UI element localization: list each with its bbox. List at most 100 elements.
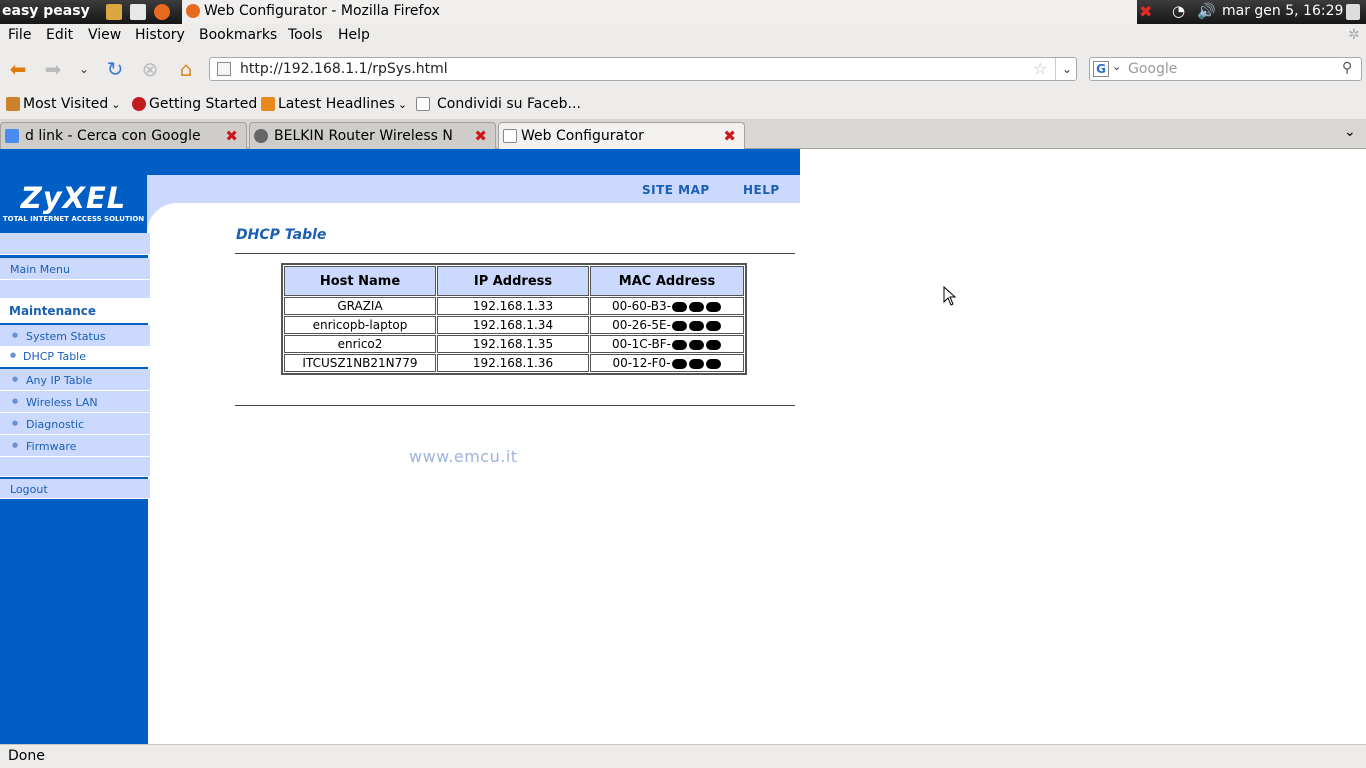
zyxel-logo: ZyXEL TOTAL INTERNET ACCESS SOLUTION xyxy=(0,175,147,233)
close-tab-icon[interactable]: ✖ xyxy=(474,127,487,145)
host-name-cell: GRAZIA xyxy=(284,297,436,315)
menu-edit[interactable]: Edit xyxy=(46,27,73,43)
mac-address-cell: 00-12-F0- xyxy=(590,354,744,372)
sidebar-item-wireless-lan[interactable]: ● Wireless LAN xyxy=(0,391,150,413)
redaction-mark xyxy=(705,358,721,369)
tab-belkin-router[interactable]: BELKIN Router Wireless N ✖ xyxy=(249,122,496,149)
page-title: DHCP Table xyxy=(236,227,327,243)
clock[interactable]: mar gen 5, 16:29 xyxy=(1222,3,1343,19)
distro-label: easy peasy xyxy=(2,3,90,19)
search-bar[interactable]: G ⌄ Google ⚲ xyxy=(1089,57,1362,81)
close-tab-icon[interactable]: ✖ xyxy=(723,127,736,145)
close-window-icon[interactable]: ✖ xyxy=(1139,2,1152,21)
bookmark-condividi-facebook[interactable]: Condividi su Faceb... xyxy=(416,96,581,112)
distro-menu[interactable]: easy peasy xyxy=(2,3,90,19)
menu-help[interactable]: Help xyxy=(338,27,370,43)
mac-address-cell: 00-1C-BF- xyxy=(590,335,744,353)
table-row: GRAZIA 192.168.1.33 00-60-B3- xyxy=(284,297,744,315)
system-panel: easy peasy Web Configurator - Mozilla Fi… xyxy=(0,0,1366,24)
site-identity-icon[interactable] xyxy=(217,62,231,76)
bookmark-latest-headlines[interactable]: Latest Headlines ⌄ xyxy=(261,96,407,112)
sidebar-item-firmware[interactable]: ● Firmware xyxy=(0,435,150,457)
menu-tools[interactable]: Tools xyxy=(288,27,323,43)
sidebar-section-maintenance[interactable]: Maintenance xyxy=(0,299,150,323)
sidebar-spacer xyxy=(0,457,150,477)
sidebar-item-label: Diagnostic xyxy=(26,418,85,431)
tab-label: BELKIN Router Wireless N xyxy=(274,128,453,144)
table-row: enricopb-laptop 192.168.1.34 00-26-5E- xyxy=(284,316,744,334)
redaction-mark xyxy=(671,301,687,312)
host-name-cell: enricopb-laptop xyxy=(284,316,436,334)
host-name-cell: ITCUSZ1NB21N779 xyxy=(284,354,436,372)
engine-dropdown-icon[interactable]: ⌄ xyxy=(1112,60,1121,73)
watermark: www.emcu.it xyxy=(409,447,518,466)
ip-address-cell: 192.168.1.36 xyxy=(437,354,589,372)
belkin-favicon-icon xyxy=(254,129,268,143)
rss-icon xyxy=(261,97,275,111)
sidebar-item-diagnostic[interactable]: ● Diagnostic xyxy=(0,413,150,435)
header-curve xyxy=(147,203,177,233)
mac-address-cell: 00-26-5E- xyxy=(590,316,744,334)
sidebar-item-any-ip-table[interactable]: ● Any IP Table xyxy=(0,369,150,391)
redaction-mark xyxy=(688,339,704,350)
menu-view[interactable]: View xyxy=(88,27,121,43)
bookmark-getting-started[interactable]: Getting Started xyxy=(132,96,257,112)
chevron-down-icon: ⌄ xyxy=(397,97,408,111)
chevron-down-icon: ⌄ xyxy=(111,97,121,111)
bookmark-label: Condividi su Faceb... xyxy=(437,96,581,112)
sidebar-item-label: Wireless LAN xyxy=(26,396,98,409)
wifi-icon[interactable]: ◔ xyxy=(1172,2,1185,20)
sidebar-item-label: Main Menu xyxy=(10,263,70,276)
column-header-host-name: Host Name xyxy=(284,266,436,296)
firefox-icon[interactable] xyxy=(154,4,170,20)
files-icon[interactable] xyxy=(106,4,122,20)
forward-button[interactable]: ➡ xyxy=(41,57,65,81)
search-icon[interactable]: ⚲ xyxy=(1342,60,1352,76)
sidebar-item-main-menu[interactable]: Main Menu xyxy=(0,258,150,280)
bookmark-star-icon[interactable]: ☆ xyxy=(1033,59,1047,78)
history-dropdown-icon[interactable]: ⌄ xyxy=(72,57,96,81)
bullet-icon: ● xyxy=(12,419,19,427)
window-title-bar[interactable]: Web Configurator - Mozilla Firefox xyxy=(182,0,1137,24)
notes-icon[interactable] xyxy=(130,4,146,20)
google-engine-icon[interactable]: G xyxy=(1093,61,1109,77)
sidebar-item-dhcp-table[interactable]: ● DHCP Table xyxy=(0,347,150,367)
mac-prefix: 00-60-B3- xyxy=(612,299,671,313)
close-tab-icon[interactable]: ✖ xyxy=(225,127,238,145)
menu-bookmarks[interactable]: Bookmarks xyxy=(199,27,277,43)
url-bar[interactable]: http://192.168.1.1/rpSys.html ☆ ⌄ xyxy=(209,57,1077,81)
window-title: Web Configurator - Mozilla Firefox xyxy=(204,3,440,19)
volume-icon[interactable]: 🔊 xyxy=(1197,2,1216,20)
site-map-link[interactable]: SITE MAP xyxy=(642,183,710,197)
redaction-mark xyxy=(705,301,721,312)
bookmark-most-visited[interactable]: Most Visited ⌄ xyxy=(6,96,120,112)
stop-button[interactable]: ⊗ xyxy=(138,57,162,81)
back-button[interactable]: ⬅ xyxy=(6,57,30,81)
sidebar-item-system-status[interactable]: ● System Status xyxy=(0,325,150,347)
tab-bar: d link - Cerca con Google ✖ BELKIN Route… xyxy=(0,120,1366,150)
sidebar-item-label: Any IP Table xyxy=(26,374,93,387)
tab-label: Web Configurator xyxy=(521,128,644,144)
tab-dlink-search[interactable]: d link - Cerca con Google ✖ xyxy=(0,122,247,149)
title-divider xyxy=(235,253,795,254)
redaction-mark xyxy=(671,339,687,350)
help-link[interactable]: HELP xyxy=(743,183,780,197)
tab-web-configurator[interactable]: Web Configurator ✖ xyxy=(498,122,745,150)
bullet-icon: ● xyxy=(12,375,19,383)
ip-address-cell: 192.168.1.33 xyxy=(437,297,589,315)
list-tabs-icon[interactable]: ⌄ xyxy=(1344,124,1356,140)
table-row: ITCUSZ1NB21N779 192.168.1.36 00-12-F0- xyxy=(284,354,744,372)
firefox-icon xyxy=(132,97,146,111)
sidebar-item-logout[interactable]: Logout xyxy=(0,479,150,499)
firefox-window-icon xyxy=(186,4,200,18)
menu-bar: File Edit View History Bookmarks Tools H… xyxy=(0,24,1366,48)
ip-address-cell: 192.168.1.34 xyxy=(437,316,589,334)
url-dropdown-icon[interactable]: ⌄ xyxy=(1055,58,1078,80)
menu-file[interactable]: File xyxy=(8,27,31,43)
menu-history[interactable]: History xyxy=(135,27,185,43)
redaction-mark xyxy=(688,358,704,369)
user-icon[interactable] xyxy=(1346,4,1360,20)
reload-button[interactable]: ↻ xyxy=(103,57,127,81)
home-button[interactable]: ⌂ xyxy=(174,57,198,81)
table-header-row: Host Name IP Address MAC Address xyxy=(284,266,744,296)
